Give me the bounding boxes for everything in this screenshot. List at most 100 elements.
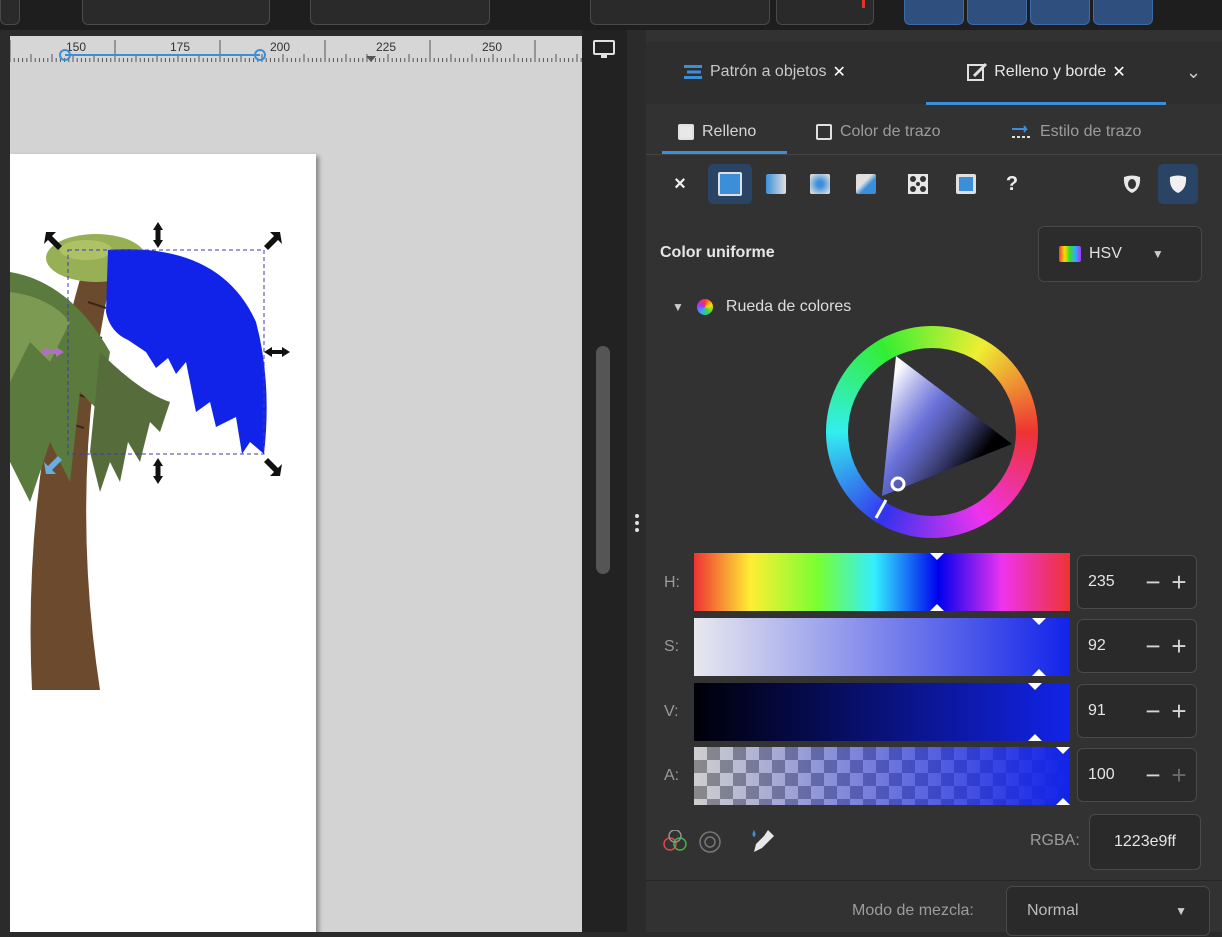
- fill-stroke-icon: [967, 62, 988, 81]
- alpha-value[interactable]: 100: [1078, 766, 1140, 784]
- out-of-gamut-icon[interactable]: [698, 830, 722, 859]
- saturation-slider-marker-bottom: [1032, 669, 1046, 676]
- close-icon[interactable]: ✕: [833, 62, 846, 82]
- hue-spinbox[interactable]: 235 − +: [1077, 555, 1197, 609]
- color-wheel-icon: [693, 296, 716, 318]
- pattern-button[interactable]: [900, 164, 936, 204]
- toolbar-toggle[interactable]: [1093, 0, 1153, 25]
- hue-slider[interactable]: [694, 553, 1070, 611]
- color-mode-value: HSV: [1089, 245, 1122, 262]
- close-icon[interactable]: ✕: [1112, 62, 1125, 82]
- divider: [646, 154, 1222, 155]
- plus-icon[interactable]: +: [1166, 698, 1192, 724]
- pattern-objects-icon: [684, 65, 702, 79]
- minus-icon[interactable]: −: [1140, 698, 1166, 724]
- blend-mode-select[interactable]: Normal ▼: [1006, 886, 1210, 936]
- subtab-label: Relleno: [702, 123, 757, 140]
- tab-label: Relleno y borde: [994, 63, 1107, 80]
- hue-value[interactable]: 235: [1078, 573, 1140, 591]
- panel-tabs: Patrón a objetos ✕ Relleno y borde ✕ ⌄: [646, 42, 1222, 105]
- value-slider-marker-top: [1028, 683, 1042, 690]
- fill-rule-nonzero-button[interactable]: [1158, 164, 1198, 204]
- flat-color-button[interactable]: [708, 164, 752, 204]
- saturation-slider-marker-top: [1032, 618, 1046, 625]
- vertical-scrollbar-thumb[interactable]: [596, 346, 610, 574]
- toolbar-button[interactable]: [776, 0, 874, 25]
- alpha-slider-marker-top: [1056, 747, 1070, 754]
- value-slider[interactable]: [694, 683, 1070, 741]
- toolbar-button[interactable]: [82, 0, 270, 25]
- horizontal-ruler[interactable]: 150 175 200 225 250: [10, 36, 582, 62]
- toolbar-toggle[interactable]: [1030, 0, 1090, 25]
- minus-icon[interactable]: −: [1140, 633, 1166, 659]
- alpha-label: A:: [664, 767, 680, 784]
- subtab-stroke-style[interactable]: Estilo de trazo: [1010, 114, 1141, 150]
- chevron-down-icon: ▼: [1151, 247, 1164, 261]
- saturation-label: S:: [664, 638, 680, 655]
- color-wheel[interactable]: [826, 326, 1038, 538]
- value-value[interactable]: 91: [1078, 702, 1140, 720]
- divider: [646, 880, 1222, 881]
- mesh-gradient-button[interactable]: [848, 164, 884, 204]
- fill-rule-evenodd-button[interactable]: [1114, 164, 1150, 204]
- pattern-icon: [908, 174, 928, 194]
- no-paint-button[interactable]: ×: [662, 164, 698, 204]
- radial-gradient-icon: [810, 174, 830, 194]
- minus-icon[interactable]: −: [1140, 569, 1166, 595]
- display-mode-icon[interactable]: [590, 38, 618, 62]
- swatch-button[interactable]: [948, 164, 984, 204]
- plus-icon[interactable]: +: [1166, 569, 1192, 595]
- rgba-input[interactable]: 1223e9ff: [1089, 814, 1201, 870]
- color-mode-select[interactable]: HSV ▼: [1038, 226, 1202, 282]
- flat-color-icon: [718, 172, 742, 196]
- value-spinbox[interactable]: 91 − +: [1077, 684, 1197, 738]
- subtab-label: Estilo de trazo: [1040, 123, 1142, 140]
- radial-gradient-button[interactable]: [802, 164, 838, 204]
- color-mode-icon: [1059, 246, 1081, 262]
- toolbar-button[interactable]: [0, 0, 20, 25]
- hue-slider-marker-top: [930, 553, 944, 560]
- blend-mode-value: Normal: [1027, 902, 1079, 919]
- fill-square-icon: [678, 124, 694, 140]
- toolbar-toggle[interactable]: [904, 0, 964, 25]
- alpha-spinbox[interactable]: 100 − +: [1077, 748, 1197, 802]
- saturation-spinbox[interactable]: 92 − +: [1077, 619, 1197, 673]
- subtab-stroke-paint[interactable]: Color de trazo: [816, 114, 941, 150]
- linear-gradient-icon: [766, 174, 786, 194]
- toolbar-button[interactable]: [590, 0, 770, 25]
- stroke-square-icon: [816, 124, 832, 140]
- nonzero-icon: [1169, 175, 1187, 193]
- chevron-down-icon: ⌄: [1186, 61, 1202, 82]
- tab-pattern-to-objects[interactable]: Patrón a objetos ✕: [682, 42, 846, 102]
- panel-resize-handle[interactable]: [628, 30, 646, 932]
- hue-slider-marker-bottom: [930, 604, 944, 611]
- top-toolbar: [0, 0, 1222, 30]
- subtab-label: Color de trazo: [840, 123, 941, 140]
- section-title: Color uniforme: [660, 244, 775, 261]
- stroke-style-icon: [1012, 125, 1030, 138]
- alpha-slider[interactable]: [694, 747, 1070, 805]
- saturation-value[interactable]: 92: [1078, 637, 1140, 655]
- tabs-menu-button[interactable]: ⌄: [1186, 42, 1201, 102]
- minus-icon[interactable]: −: [1140, 762, 1166, 788]
- plus-icon[interactable]: +: [1166, 633, 1192, 659]
- saturation-slider[interactable]: [694, 618, 1070, 676]
- drawing-canvas[interactable]: [10, 62, 582, 932]
- ruler-ticks: [10, 40, 582, 62]
- unset-paint-button[interactable]: ?: [994, 164, 1030, 204]
- subtab-fill[interactable]: Relleno: [678, 114, 756, 150]
- value-label: V:: [664, 703, 679, 720]
- color-managed-icon[interactable]: [662, 829, 688, 857]
- value-slider-marker-bottom: [1028, 734, 1042, 741]
- palm-tree-drawing[interactable]: [10, 62, 582, 932]
- toolbar-toggle[interactable]: [967, 0, 1027, 25]
- plus-icon: +: [1171, 760, 1187, 790]
- tab-fill-stroke[interactable]: Relleno y borde ✕: [926, 42, 1166, 105]
- linear-gradient-button[interactable]: [758, 164, 794, 204]
- eyedropper-icon[interactable]: [748, 826, 776, 861]
- no-paint-icon: ×: [674, 172, 686, 195]
- toolbar-button[interactable]: [310, 0, 490, 25]
- evenodd-icon: [1123, 175, 1141, 193]
- color-wheel-expander[interactable]: ▼ Rueda de colores: [672, 296, 851, 318]
- rgba-value[interactable]: 1223e9ff: [1114, 833, 1176, 851]
